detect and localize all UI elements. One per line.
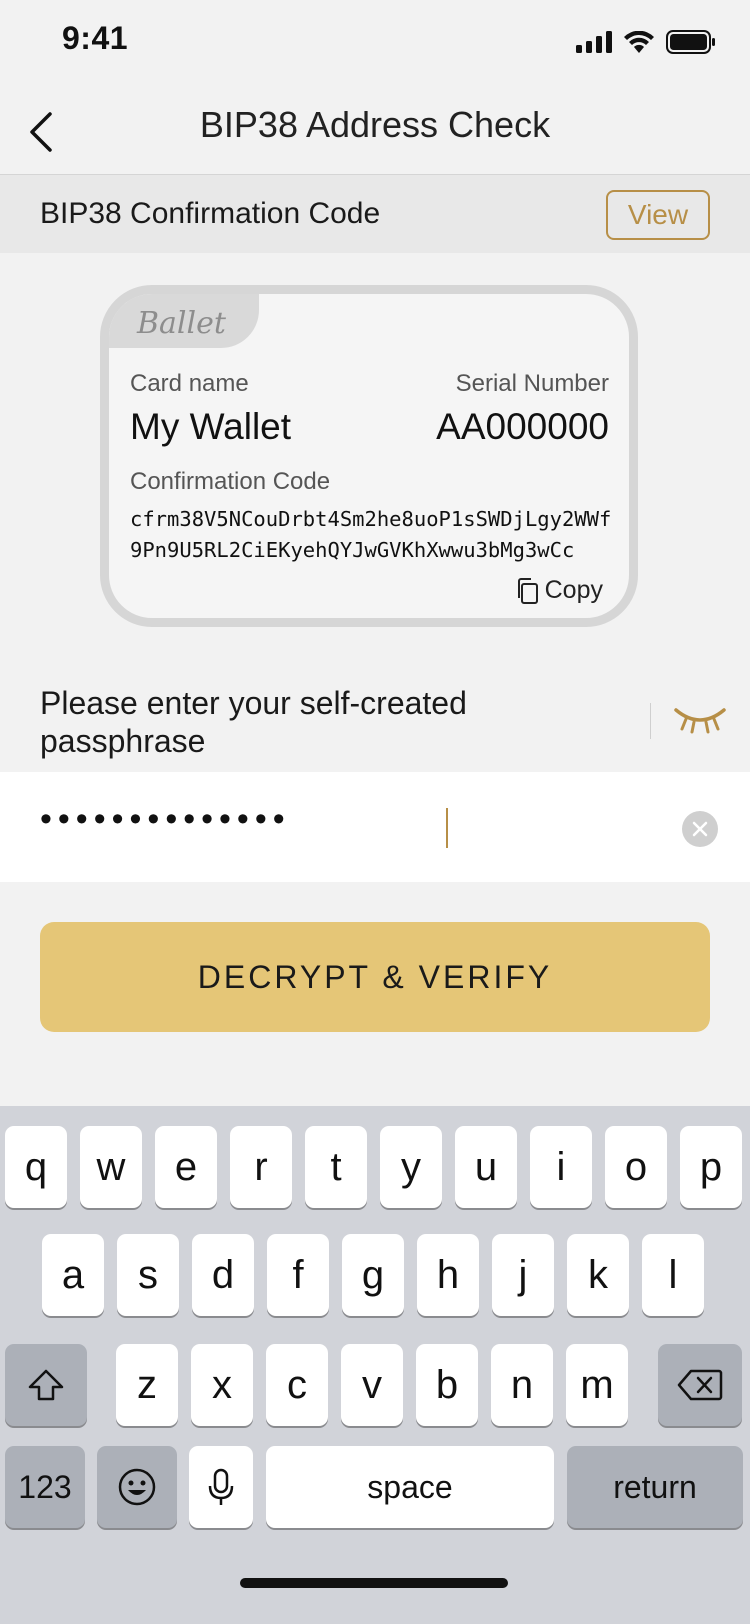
microphone-key[interactable]	[189, 1446, 253, 1528]
key-h[interactable]: h	[417, 1234, 479, 1316]
card-logo-tab: Ballet	[109, 294, 259, 348]
key-m[interactable]: m	[566, 1344, 628, 1426]
key-p[interactable]: p	[680, 1126, 742, 1208]
copy-button[interactable]: Copy	[515, 576, 603, 605]
key-a[interactable]: a	[42, 1234, 104, 1316]
wifi-icon	[624, 31, 654, 53]
keyboard: qwertyuiop asdfghjkl zxcvbnm 123 space r…	[0, 1106, 750, 1624]
key-n[interactable]: n	[491, 1344, 553, 1426]
key-z[interactable]: z	[116, 1344, 178, 1426]
copy-icon	[517, 577, 538, 604]
shift-icon	[28, 1369, 64, 1401]
key-k[interactable]: k	[567, 1234, 629, 1316]
key-i[interactable]: i	[530, 1126, 592, 1208]
numbers-key[interactable]: 123	[5, 1446, 85, 1528]
confirmation-code-title: Confirmation Code	[130, 468, 331, 495]
home-indicator	[240, 1578, 508, 1588]
key-f[interactable]: f	[267, 1234, 329, 1316]
signal-icon	[576, 31, 612, 53]
wallet-card: Ballet Card name Serial Number My Wallet…	[100, 285, 638, 627]
clear-icon	[692, 821, 708, 837]
confirmation-code-label: BIP38 Confirmation Code	[40, 197, 381, 230]
confirmation-code-value: cfrm38V5NCouDrbt4Sm2he8uoP1sSWDjLgy2WWf9…	[130, 507, 612, 562]
microphone-icon	[208, 1468, 234, 1505]
eye-closed-icon[interactable]	[672, 700, 728, 740]
clear-input-button[interactable]	[682, 811, 718, 847]
key-o[interactable]: o	[605, 1126, 667, 1208]
key-j[interactable]: j	[492, 1234, 554, 1316]
card-name-value: My Wallet	[130, 406, 292, 447]
page-title: BIP38 Address Check	[199, 104, 551, 145]
view-button[interactable]: View	[606, 190, 710, 240]
key-d[interactable]: d	[192, 1234, 254, 1316]
eye-divider	[650, 703, 651, 739]
serial-number-label: Serial Number	[455, 370, 609, 397]
key-r[interactable]: r	[230, 1126, 292, 1208]
emoji-key[interactable]	[97, 1446, 177, 1528]
key-b[interactable]: b	[416, 1344, 478, 1426]
key-x[interactable]: x	[191, 1344, 253, 1426]
battery-icon	[666, 30, 715, 54]
text-caret	[446, 808, 448, 848]
key-s[interactable]: s	[117, 1234, 179, 1316]
key-w[interactable]: w	[80, 1126, 142, 1208]
confirmation-code-row: BIP38 Confirmation Code View	[0, 175, 750, 253]
key-l[interactable]: l	[642, 1234, 704, 1316]
key-g[interactable]: g	[342, 1234, 404, 1316]
status-icons	[576, 30, 716, 54]
key-v[interactable]: v	[341, 1344, 403, 1426]
serial-number-value: AA000000	[436, 406, 609, 447]
copy-label: Copy	[544, 576, 603, 604]
key-q[interactable]: q	[5, 1126, 67, 1208]
delete-key[interactable]	[658, 1344, 742, 1426]
passphrase-input-bar: ••••••••••••••	[0, 772, 750, 882]
decrypt-verify-button[interactable]: DECRYPT & VERIFY	[40, 922, 710, 1032]
key-c[interactable]: c	[266, 1344, 328, 1426]
key-y[interactable]: y	[380, 1126, 442, 1208]
space-key[interactable]: space	[266, 1446, 554, 1528]
backspace-icon	[677, 1369, 723, 1401]
return-key[interactable]: return	[567, 1446, 743, 1528]
status-time: 9:41	[62, 20, 129, 56]
key-e[interactable]: e	[155, 1126, 217, 1208]
passphrase-input[interactable]: ••••••••••••••	[40, 800, 640, 854]
passphrase-label: Please enter your self-created passphras…	[40, 685, 467, 759]
key-t[interactable]: t	[305, 1126, 367, 1208]
card-name-label: Card name	[130, 370, 249, 397]
ballet-logo: Ballet	[137, 306, 226, 341]
shift-key[interactable]	[5, 1344, 87, 1426]
emoji-icon	[118, 1468, 156, 1506]
key-u[interactable]: u	[455, 1126, 517, 1208]
